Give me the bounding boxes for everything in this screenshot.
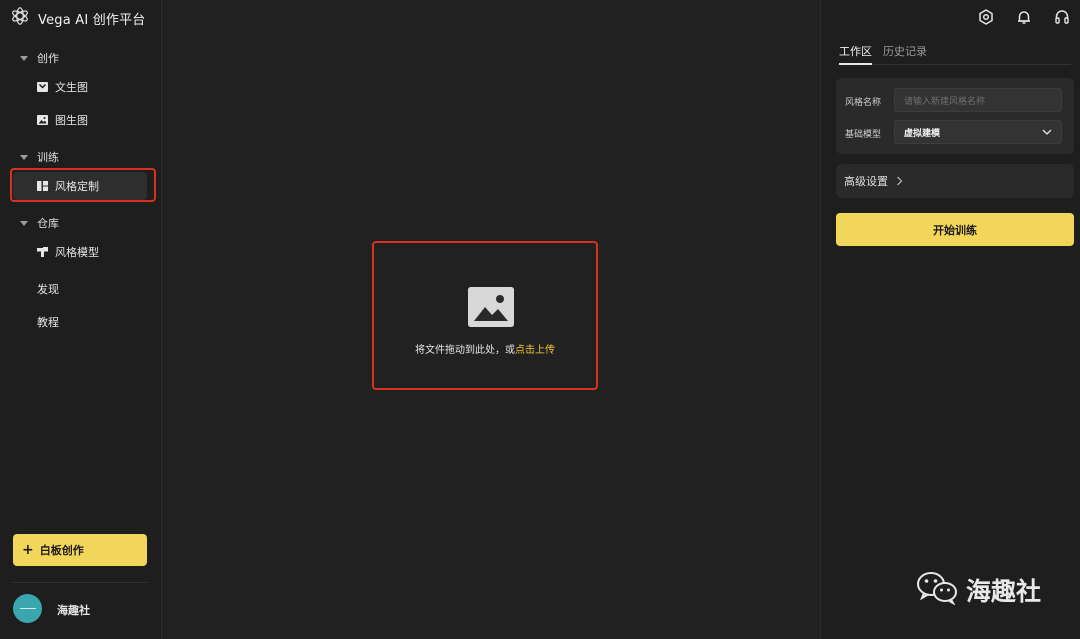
divider <box>13 582 147 583</box>
whiteboard-create-label: 白板创作 <box>39 544 84 557</box>
section-label: 仓库 <box>37 217 59 230</box>
style-model-icon <box>37 247 48 257</box>
base-model-label: 基础模型 <box>845 130 882 140</box>
upload-link[interactable]: 点击上传 <box>515 345 555 356</box>
bell-icon[interactable] <box>1015 8 1033 26</box>
style-name-input[interactable]: 请输入新建风格名称 <box>894 88 1062 112</box>
avatar[interactable] <box>13 594 42 623</box>
panel-tabs: 工作区 历史记录 <box>838 43 1071 65</box>
upload-hint: 将文件拖动到此处，或 <box>415 345 515 356</box>
section-train[interactable]: 训练 <box>20 149 59 165</box>
app-title: Vega AI 创作平台 <box>38 12 146 28</box>
sidebar-item-label: 风格模型 <box>55 246 99 259</box>
tab-history[interactable]: 历史记录 <box>883 43 927 65</box>
username: 海趣社 <box>57 604 90 617</box>
caret-down-icon <box>20 220 28 226</box>
advanced-settings-label: 高级设置 <box>844 175 888 188</box>
image-placeholder-icon <box>468 287 514 327</box>
chevron-down-icon <box>1042 128 1052 139</box>
text-to-image-icon <box>37 82 48 92</box>
sidebar-item-style-model[interactable]: 风格模型 <box>13 238 147 266</box>
settings-icon[interactable] <box>977 8 995 26</box>
image-to-image-icon <box>37 115 48 125</box>
base-model-select[interactable]: 虚拟建模 <box>894 120 1062 144</box>
watermark: 海趣社 <box>916 571 1041 609</box>
section-create[interactable]: 创作 <box>20 50 59 66</box>
sidebar-item-tutorial[interactable]: 教程 <box>37 314 59 330</box>
brand[interactable]: Vega AI 创作平台 <box>10 7 146 29</box>
caret-down-icon <box>20 154 28 160</box>
highlight-frame <box>10 168 156 202</box>
sidebar-item-discover[interactable]: 发现 <box>37 281 59 297</box>
headset-icon[interactable] <box>1053 8 1071 26</box>
tab-workspace[interactable]: 工作区 <box>839 43 872 65</box>
start-training-button[interactable]: 开始训练 <box>836 213 1074 246</box>
section-repository[interactable]: 仓库 <box>20 215 59 231</box>
sidebar: Vega AI 创作平台 创作 文生图 图生图 训练 风格定制 仓库 风格模型 … <box>0 0 162 639</box>
sidebar-item-label: 图生图 <box>55 114 88 127</box>
whiteboard-create-button[interactable]: + 白板创作 <box>13 534 147 566</box>
caret-down-icon <box>20 55 28 61</box>
section-label: 创作 <box>37 52 59 65</box>
base-model-value: 虚拟建模 <box>904 128 941 139</box>
style-name-placeholder: 请输入新建风格名称 <box>904 96 986 107</box>
vega-logo-icon <box>10 6 30 30</box>
chevron-right-icon <box>896 176 903 186</box>
sidebar-item-image-to-image[interactable]: 图生图 <box>13 106 147 134</box>
sidebar-item-label: 文生图 <box>55 81 88 94</box>
upload-instruction: 将文件拖动到此处，或点击上传 <box>372 341 598 356</box>
advanced-settings[interactable]: 高级设置 <box>836 164 1074 198</box>
plus-icon: + <box>22 542 34 558</box>
style-name-label: 风格名称 <box>845 98 882 108</box>
section-label: 训练 <box>37 151 59 164</box>
train-form: 风格名称 请输入新建风格名称 基础模型 虚拟建模 <box>836 78 1074 154</box>
wechat-icon <box>916 571 958 609</box>
watermark-text: 海趣社 <box>966 577 1042 606</box>
sidebar-item-text-to-image[interactable]: 文生图 <box>13 73 147 101</box>
